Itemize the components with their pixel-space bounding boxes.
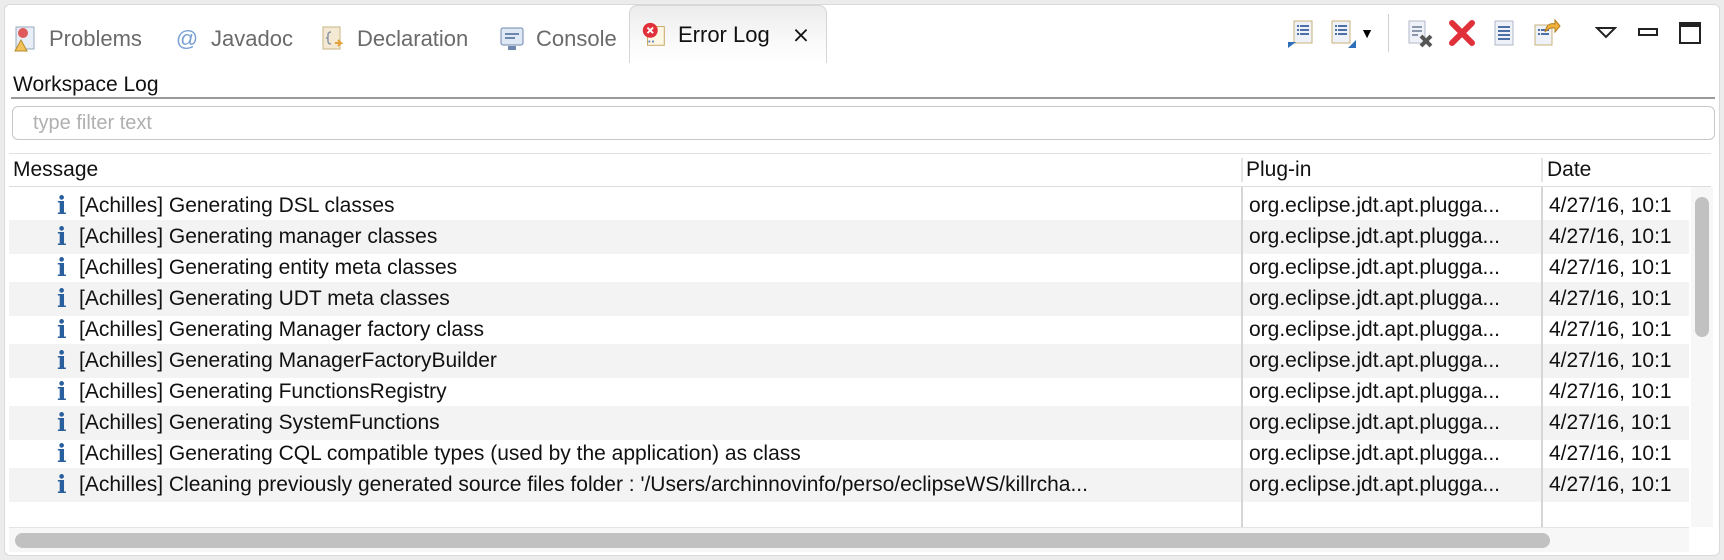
tab-error-log[interactable]: Error Log ⨯	[629, 5, 827, 63]
plugin-cell: org.eclipse.jdt.apt.plugga...	[1249, 318, 1500, 341]
plugin-cell: org.eclipse.jdt.apt.plugga...	[1249, 411, 1500, 434]
table-row[interactable]: i [Achilles] Generating CQL compatible ty…	[9, 437, 1689, 471]
tab-problems[interactable]: Problems	[11, 19, 142, 59]
tab-label: Error Log	[678, 21, 770, 47]
clear-log-icon[interactable]	[1403, 16, 1437, 50]
restore-log-icon[interactable]	[1529, 16, 1563, 50]
javadoc-icon: @	[175, 26, 199, 51]
info-icon: i	[57, 346, 67, 375]
view-toolbar: ▼	[1280, 13, 1719, 53]
column-divider[interactable]	[1241, 158, 1243, 182]
tab-label: Problems	[49, 26, 142, 51]
horizontal-scrollbar[interactable]	[9, 527, 1689, 552]
section-title: Workspace Log	[13, 73, 159, 96]
table-row[interactable]: i [Achilles] Generating Manager factory c…	[9, 313, 1689, 347]
table-header: Message Plug-in Date	[9, 153, 1711, 187]
info-icon: i	[57, 284, 67, 313]
plugin-cell: org.eclipse.jdt.apt.plugga...	[1249, 256, 1500, 279]
table-row[interactable]: i [Achilles] Generating SystemFunctions or…	[9, 406, 1689, 440]
tab-declaration[interactable]: Declaration	[319, 19, 468, 59]
message-cell: [Achilles] Generating FunctionsRegistry	[79, 380, 447, 403]
console-icon	[498, 25, 526, 53]
close-icon[interactable]: ⨯	[792, 22, 810, 48]
message-cell: [Achilles] Generating CQL compatible typ…	[79, 442, 801, 465]
tab-label: Javadoc	[211, 26, 293, 51]
plugin-cell: org.eclipse.jdt.apt.plugga...	[1249, 225, 1500, 248]
message-cell: [Achilles] Generating manager classes	[79, 225, 438, 248]
message-cell: [Achilles] Cleaning previously generated…	[79, 473, 1088, 496]
date-cell: 4/27/16, 10:1	[1549, 473, 1672, 496]
date-cell: 4/27/16, 10:1	[1549, 442, 1672, 465]
info-icon: i	[57, 222, 67, 251]
table-row[interactable]: i [Achilles] Generating FunctionsRegistry…	[9, 375, 1689, 409]
plugin-cell: org.eclipse.jdt.apt.plugga...	[1249, 194, 1500, 217]
table-row[interactable]: i [Achilles] Generating entity meta class…	[9, 251, 1689, 285]
table-row[interactable]: i [Achilles] Generating ManagerFactoryBui…	[9, 344, 1689, 378]
table-row[interactable]: i [Achilles] Generating UDT meta classes o…	[9, 282, 1689, 316]
toolbar-separator	[1388, 14, 1389, 52]
plugin-cell: org.eclipse.jdt.apt.plugga...	[1249, 380, 1500, 403]
date-cell: 4/27/16, 10:1	[1549, 411, 1672, 434]
vertical-scrollbar-thumb[interactable]	[1695, 197, 1709, 337]
tab-console[interactable]: Console	[498, 19, 617, 59]
log-table: Message Plug-in Date i [Achilles] Generat…	[9, 153, 1713, 527]
problems-icon	[11, 25, 39, 53]
table-row[interactable]: i [Achilles] Generating manager classes or…	[9, 220, 1689, 254]
tab-label: Console	[536, 26, 617, 51]
plugin-cell: org.eclipse.jdt.apt.plugga...	[1249, 349, 1500, 372]
info-icon: i	[57, 315, 67, 344]
error-log-icon	[640, 21, 668, 49]
error-log-view: Problems @ Javadoc Declaration Console E…	[4, 4, 1720, 556]
minimize-icon[interactable]	[1631, 16, 1665, 50]
info-icon: i	[57, 470, 67, 499]
message-cell: [Achilles] Generating ManagerFactoryBuil…	[79, 349, 497, 372]
date-cell: 4/27/16, 10:1	[1549, 349, 1672, 372]
view-menu-icon[interactable]	[1589, 16, 1623, 50]
info-icon: i	[57, 377, 67, 406]
date-cell: 4/27/16, 10:1	[1549, 225, 1672, 248]
vertical-scrollbar[interactable]	[1691, 187, 1713, 527]
view-tab-bar: Problems @ Javadoc Declaration Console E…	[5, 5, 1719, 65]
table-row[interactable]: i [Achilles] Cleaning previously generate…	[9, 468, 1689, 502]
section-divider	[11, 97, 1715, 99]
message-cell: [Achilles] Generating SystemFunctions	[79, 411, 440, 434]
column-header-message[interactable]: Message	[13, 158, 98, 182]
column-header-plugin[interactable]: Plug-in	[1246, 158, 1311, 182]
plugin-cell: org.eclipse.jdt.apt.plugga...	[1249, 287, 1500, 310]
date-cell: 4/27/16, 10:1	[1549, 256, 1672, 279]
message-cell: [Achilles] Generating Manager factory cl…	[79, 318, 485, 341]
date-cell: 4/27/16, 10:1	[1549, 194, 1672, 217]
column-header-date[interactable]: Date	[1547, 158, 1591, 182]
tab-javadoc[interactable]: @ Javadoc	[173, 19, 293, 59]
message-cell: [Achilles] Generating DSL classes	[79, 194, 395, 217]
dropdown-icon[interactable]: ▼	[1360, 16, 1374, 50]
column-divider	[1241, 187, 1243, 527]
message-cell: [Achilles] Generating entity meta classe…	[79, 256, 458, 279]
export-log-icon[interactable]	[1326, 16, 1360, 50]
table-row[interactable]: i [Achilles] Generating DSL classes org.ec…	[9, 189, 1689, 223]
open-log-icon[interactable]	[1487, 16, 1521, 50]
delete-log-icon[interactable]	[1445, 16, 1479, 50]
date-cell: 4/27/16, 10:1	[1549, 380, 1672, 403]
info-icon: i	[57, 191, 67, 220]
plugin-cell: org.eclipse.jdt.apt.plugga...	[1249, 442, 1500, 465]
tab-label: Declaration	[357, 26, 469, 51]
filter-input[interactable]	[12, 106, 1715, 140]
import-log-icon[interactable]	[1284, 16, 1318, 50]
info-icon: i	[57, 253, 67, 282]
column-divider	[1541, 187, 1543, 527]
plugin-cell: org.eclipse.jdt.apt.plugga...	[1249, 473, 1500, 496]
info-icon: i	[57, 408, 67, 437]
declaration-icon	[319, 25, 347, 53]
message-cell: [Achilles] Generating UDT meta classes	[79, 287, 450, 310]
horizontal-scrollbar-thumb[interactable]	[15, 533, 1550, 548]
maximize-icon[interactable]	[1673, 16, 1707, 50]
info-icon: i	[57, 439, 67, 468]
date-cell: 4/27/16, 10:1	[1549, 287, 1672, 310]
date-cell: 4/27/16, 10:1	[1549, 318, 1672, 341]
table-body: i [Achilles] Generating DSL classes org.ec…	[9, 187, 1713, 527]
column-divider[interactable]	[1541, 158, 1543, 182]
